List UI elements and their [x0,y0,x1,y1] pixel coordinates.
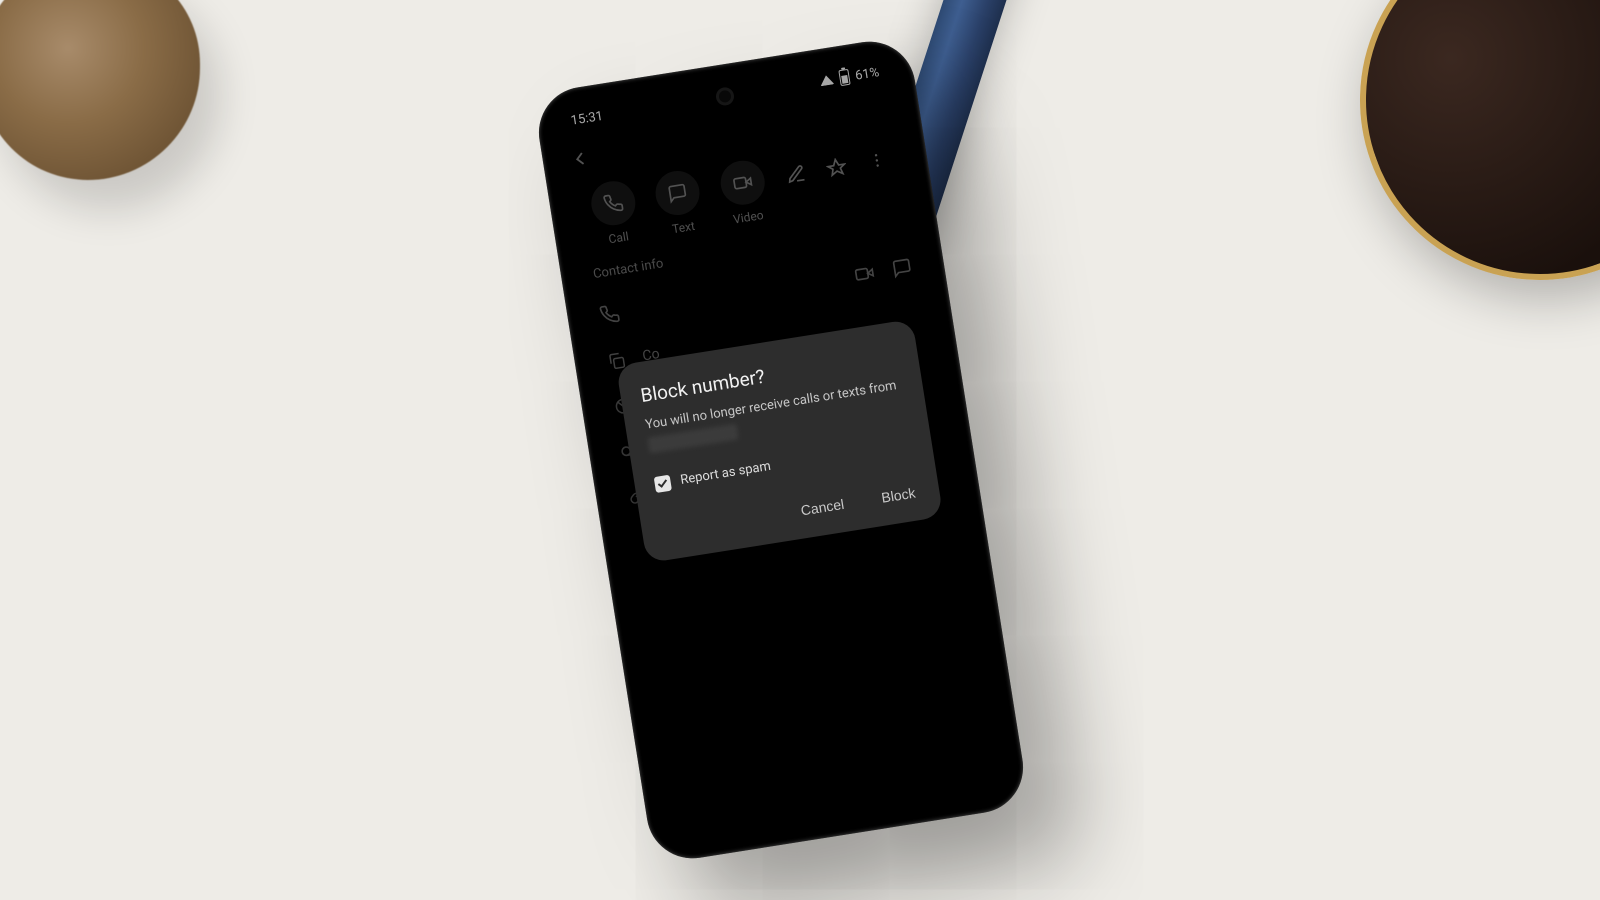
checkbox-icon[interactable] [654,474,672,492]
block-button[interactable]: Block [875,478,921,512]
phone-frame: 15:31 61% Call [532,35,1029,865]
cancel-button[interactable]: Cancel [795,489,850,525]
sunglasses-prop [1309,0,1600,331]
pinecone-prop [0,0,200,180]
report-spam-label: Report as spam [679,459,772,488]
